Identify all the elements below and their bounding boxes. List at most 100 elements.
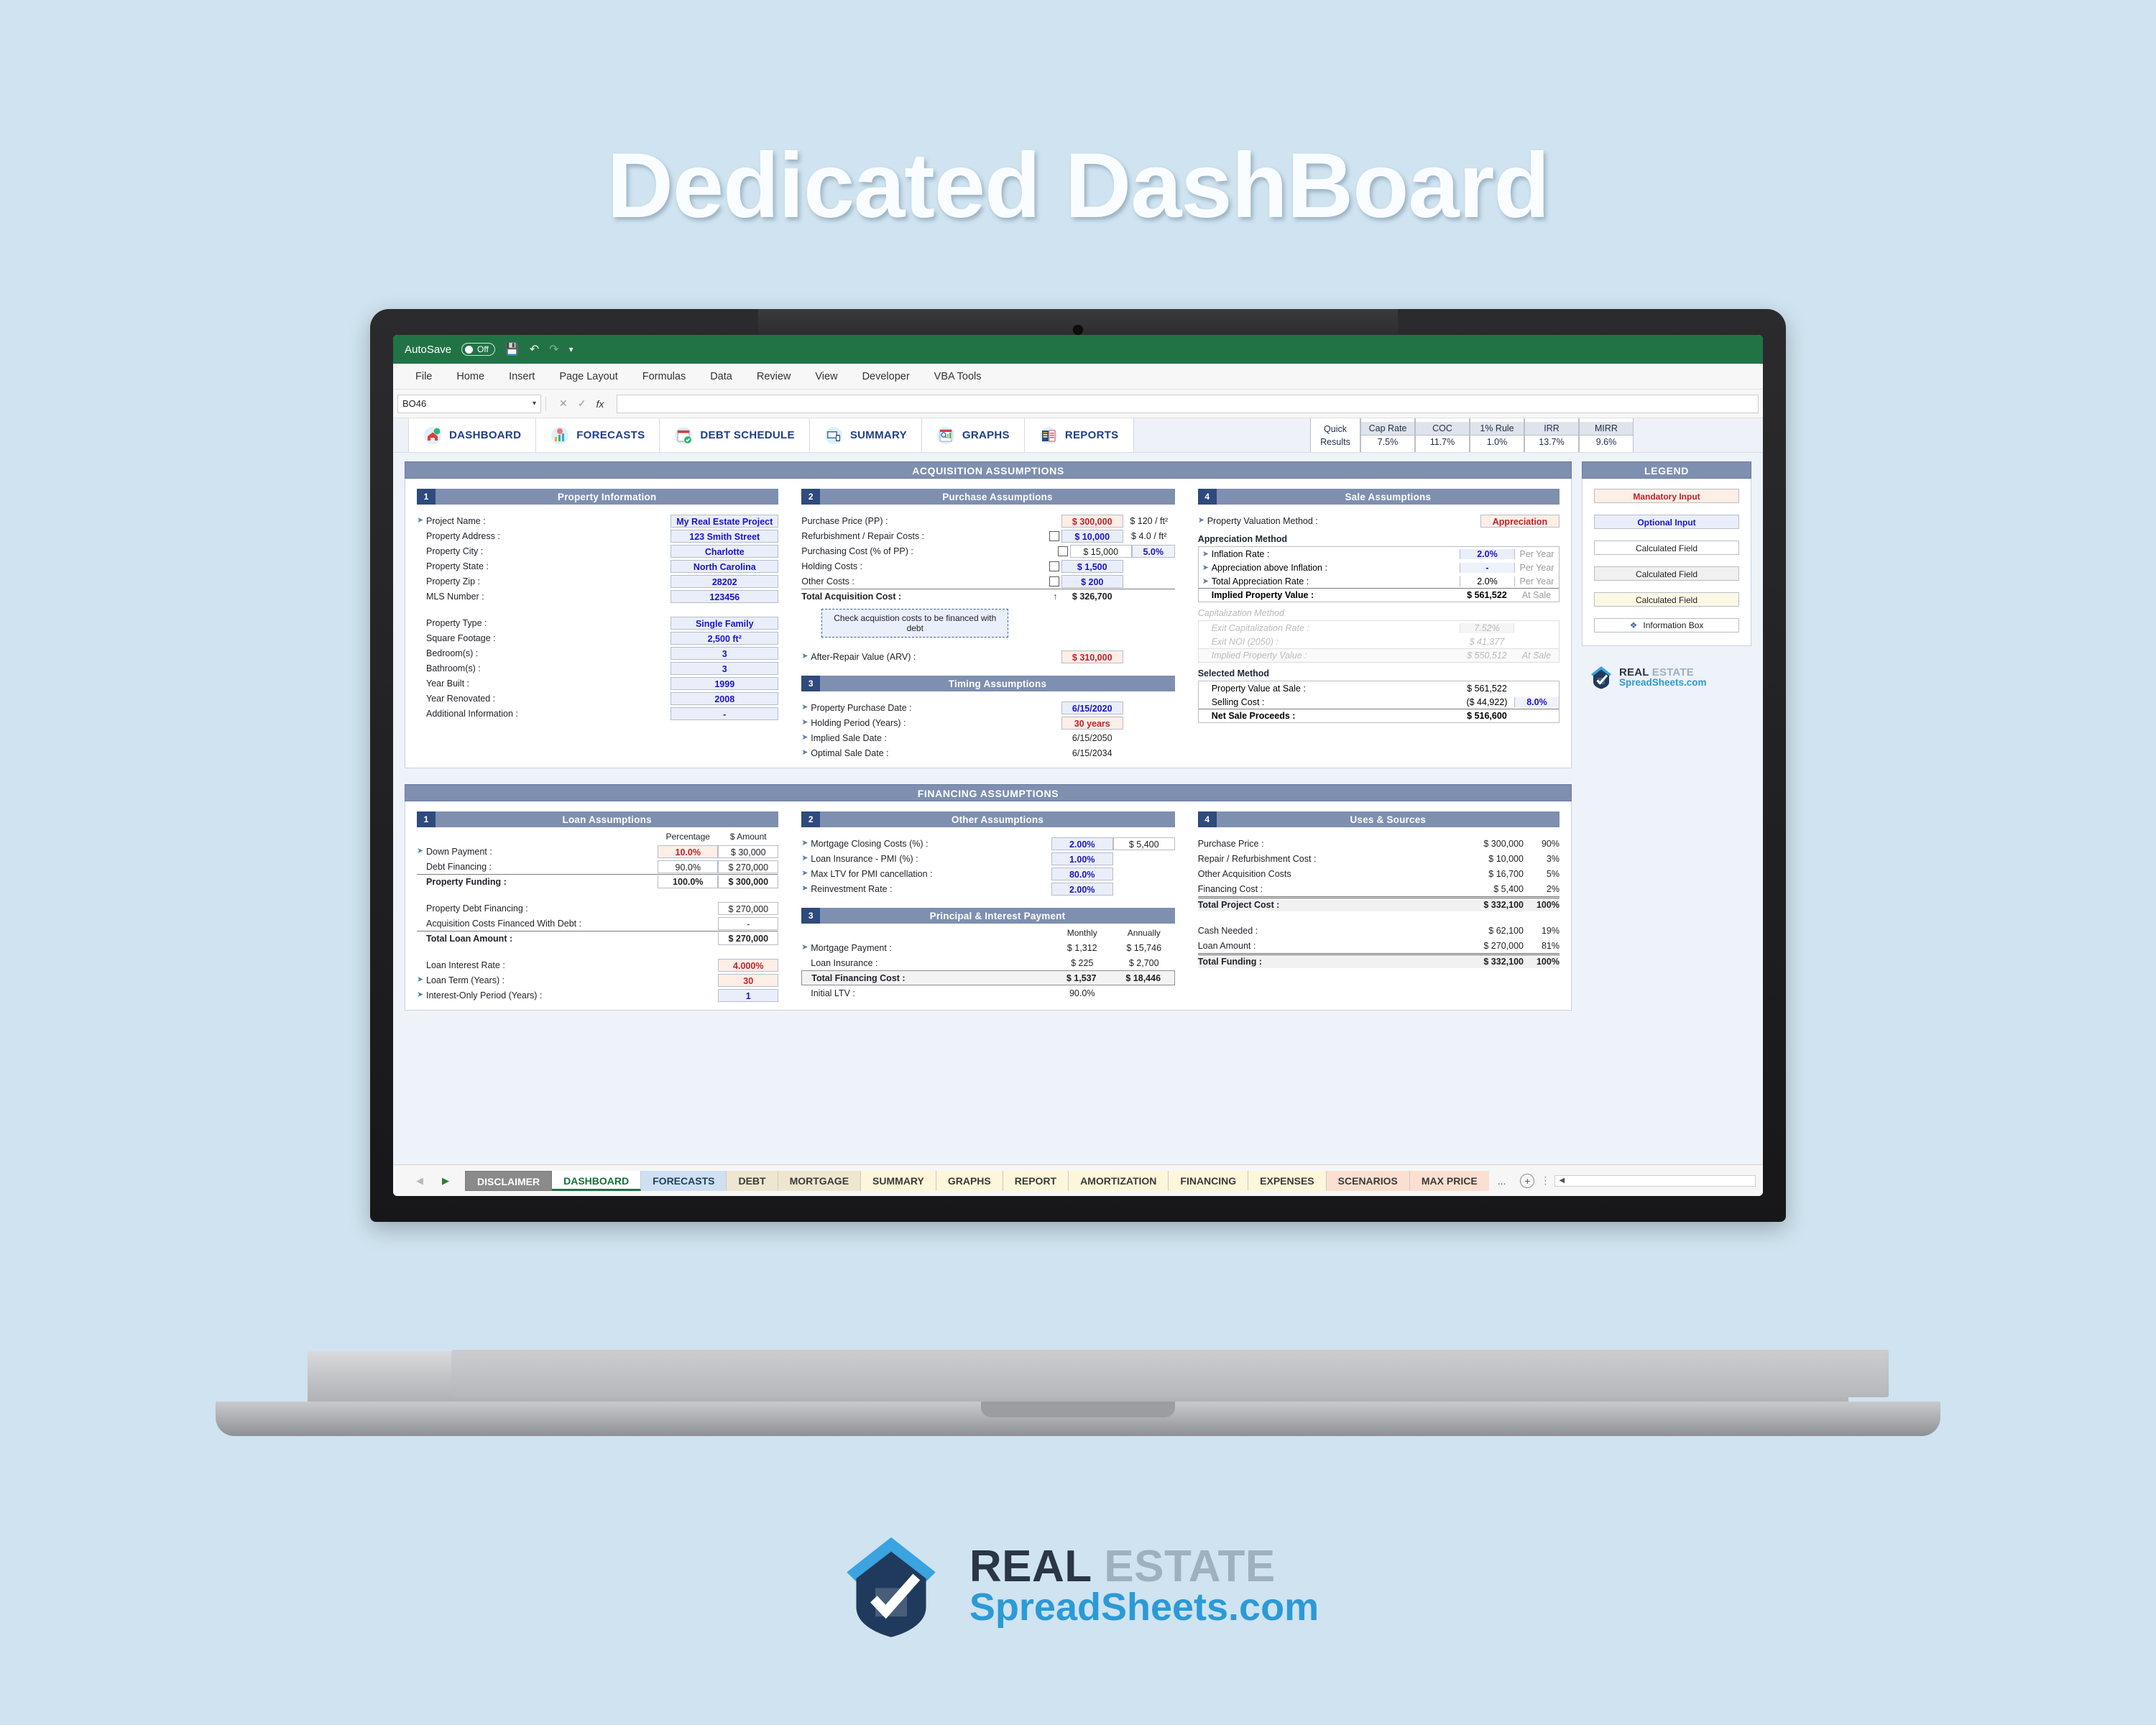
row-percentage[interactable]: 10.0% bbox=[658, 845, 719, 858]
worksheet-area[interactable]: ACQUISITION ASSUMPTIONS 1 Property Infor… bbox=[393, 453, 1763, 1164]
row-value[interactable]: 6/15/2020 bbox=[1061, 701, 1123, 714]
nav-button-summary[interactable]: SUMMARY bbox=[809, 418, 922, 452]
row-value[interactable]: 123 Smith Street bbox=[671, 529, 779, 543]
info-bullet-icon[interactable]: ➤ bbox=[1199, 563, 1209, 572]
autosave-toggle[interactable]: Off bbox=[461, 343, 495, 356]
row-value[interactable]: 2.0% bbox=[1459, 548, 1514, 559]
sheet-tab-dashboard[interactable]: DASHBOARD bbox=[552, 1170, 642, 1191]
row-value[interactable]: 80.0% bbox=[1051, 867, 1113, 880]
info-bullet-icon[interactable]: ➤ bbox=[417, 847, 426, 855]
row-value[interactable]: - bbox=[1459, 562, 1514, 573]
sheet-tab-summary[interactable]: SUMMARY bbox=[861, 1170, 936, 1191]
row-value[interactable]: 2.00% bbox=[1051, 837, 1113, 850]
row-value[interactable]: 28202 bbox=[671, 574, 779, 588]
row-value[interactable]: 1 bbox=[718, 988, 779, 1002]
nav-button-graphs[interactable]: GRAPHS bbox=[921, 418, 1025, 452]
ribbon-tab-home[interactable]: Home bbox=[444, 364, 497, 390]
row-value[interactable]: 3 bbox=[671, 661, 779, 675]
info-bullet-icon[interactable]: ➤ bbox=[801, 855, 811, 862]
nav-button-forecasts[interactable]: FORECASTS bbox=[536, 418, 660, 452]
sheet-tab-scenarios[interactable]: SCENARIOS bbox=[1326, 1170, 1410, 1191]
info-bullet-icon[interactable]: ➤ bbox=[1198, 517, 1207, 525]
customize-toolbar-icon[interactable]: ▾ bbox=[569, 344, 573, 354]
sheet-tab-financing[interactable]: FINANCING bbox=[1169, 1170, 1249, 1191]
row-value[interactable]: 123456 bbox=[671, 589, 779, 603]
ribbon-tab-vba-tools[interactable]: VBA Tools bbox=[922, 364, 994, 390]
tab-split-handle[interactable]: ⋮ bbox=[1540, 1174, 1550, 1187]
undo-icon[interactable]: ↶ bbox=[530, 342, 539, 356]
row-value[interactable]: - bbox=[671, 707, 779, 720]
sheet-tab-max-price[interactable]: MAX PRICE bbox=[1409, 1170, 1489, 1191]
sheet-tab-disclaimer[interactable]: DISCLAIMER bbox=[465, 1170, 553, 1191]
sheet-tab-report[interactable]: REPORT bbox=[1003, 1170, 1069, 1191]
confirm-edit-icon[interactable]: ✓ bbox=[578, 397, 586, 410]
info-bullet-icon[interactable]: ➤ bbox=[1199, 576, 1209, 586]
row-checkbox[interactable] bbox=[1057, 546, 1068, 556]
info-bullet-icon[interactable]: ➤ bbox=[801, 719, 811, 727]
info-bullet-icon[interactable]: ➤ bbox=[801, 944, 811, 952]
ribbon-tab-data[interactable]: Data bbox=[698, 364, 745, 390]
row-value[interactable]: 2008 bbox=[671, 691, 779, 705]
row-value[interactable]: 1999 bbox=[671, 676, 779, 690]
row-value[interactable]: 30 bbox=[718, 973, 779, 987]
sheet-tabs-overflow[interactable]: ... bbox=[1489, 1175, 1515, 1187]
row-checkbox[interactable] bbox=[1049, 576, 1059, 586]
row-value[interactable]: 30 years bbox=[1061, 716, 1123, 730]
row-value[interactable]: North Carolina bbox=[671, 559, 779, 573]
nav-button-dashboard[interactable]: DASHBOARD bbox=[409, 418, 537, 452]
chevron-down-icon[interactable]: ▾ bbox=[533, 400, 536, 408]
sheet-tab-graphs[interactable]: GRAPHS bbox=[936, 1170, 1003, 1191]
add-sheet-icon[interactable]: + bbox=[1520, 1173, 1535, 1188]
insert-function-icon[interactable]: fx bbox=[596, 398, 604, 410]
name-box[interactable]: BO46 ▾ bbox=[397, 394, 541, 413]
row-value[interactable]: 4.000% bbox=[718, 958, 779, 972]
row-extra[interactable]: 5.0% bbox=[1131, 544, 1175, 558]
row-value[interactable]: $ 1,500 bbox=[1061, 559, 1123, 573]
row-value[interactable]: My Real Estate Project bbox=[671, 514, 779, 528]
row-value[interactable]: 1.00% bbox=[1051, 852, 1113, 865]
ribbon-tab-view[interactable]: View bbox=[803, 364, 849, 390]
sheet-tab-expenses[interactable]: EXPENSES bbox=[1248, 1170, 1327, 1191]
info-bullet-icon[interactable]: ➤ bbox=[801, 704, 811, 712]
row-value[interactable]: Appreciation bbox=[1480, 514, 1560, 528]
info-bullet-icon[interactable]: ➤ bbox=[1199, 549, 1209, 558]
row-extra[interactable]: 8.0% bbox=[1514, 696, 1559, 707]
ribbon-tab-page-layout[interactable]: Page Layout bbox=[547, 364, 630, 390]
info-bullet-icon[interactable]: ➤ bbox=[801, 653, 811, 661]
info-bullet-icon[interactable]: ➤ bbox=[801, 734, 811, 742]
nav-button-debt-schedule[interactable]: DEBT SCHEDULE bbox=[660, 418, 810, 452]
row-value[interactable]: $ 10,000 bbox=[1061, 529, 1123, 543]
sheet-tab-amortization[interactable]: AMORTIZATION bbox=[1069, 1170, 1169, 1191]
redo-icon[interactable]: ↷ bbox=[549, 342, 558, 356]
info-bullet-icon[interactable]: ➤ bbox=[417, 517, 426, 525]
sheet-prev-icon[interactable]: ◀ bbox=[416, 1175, 423, 1187]
row-value[interactable]: $ 300,000 bbox=[1061, 514, 1123, 528]
save-icon[interactable]: 💾 bbox=[505, 342, 520, 356]
scroll-left-icon[interactable]: ◀ bbox=[1555, 1177, 1568, 1184]
ribbon-tab-insert[interactable]: Insert bbox=[497, 364, 547, 390]
sheet-tab-debt[interactable]: DEBT bbox=[727, 1170, 778, 1191]
info-bullet-icon[interactable]: ➤ bbox=[801, 840, 811, 847]
row-value[interactable]: $ 200 bbox=[1061, 574, 1123, 588]
ribbon-tab-developer[interactable]: Developer bbox=[850, 364, 922, 390]
horizontal-scrollbar[interactable]: ◀ bbox=[1554, 1174, 1756, 1187]
row-checkbox[interactable] bbox=[1049, 530, 1059, 541]
row-value[interactable]: 3 bbox=[671, 646, 779, 660]
info-bullet-icon[interactable]: ➤ bbox=[801, 885, 811, 893]
nav-button-reports[interactable]: REPORTS bbox=[1024, 418, 1134, 452]
ribbon-tab-formulas[interactable]: Formulas bbox=[630, 364, 698, 390]
ribbon-tab-file[interactable]: File bbox=[403, 364, 444, 390]
cancel-edit-icon[interactable]: ✕ bbox=[559, 397, 568, 410]
row-value[interactable]: $ 310,000 bbox=[1061, 650, 1123, 663]
sheet-next-icon[interactable]: ▶ bbox=[442, 1175, 449, 1187]
ribbon-tab-review[interactable]: Review bbox=[745, 364, 803, 390]
info-bullet-icon[interactable]: ➤ bbox=[801, 749, 811, 757]
row-value[interactable]: Charlotte bbox=[671, 544, 779, 558]
row-value[interactable]: 2,500 ft² bbox=[671, 631, 779, 645]
sheet-tab-mortgage[interactable]: MORTGAGE bbox=[778, 1170, 862, 1191]
formula-input[interactable] bbox=[617, 394, 1759, 413]
row-checkbox[interactable] bbox=[1049, 561, 1059, 571]
row-value[interactable]: Single Family bbox=[671, 616, 779, 630]
info-bullet-icon[interactable]: ➤ bbox=[801, 870, 811, 878]
sheet-tab-forecasts[interactable]: FORECASTS bbox=[641, 1170, 727, 1191]
